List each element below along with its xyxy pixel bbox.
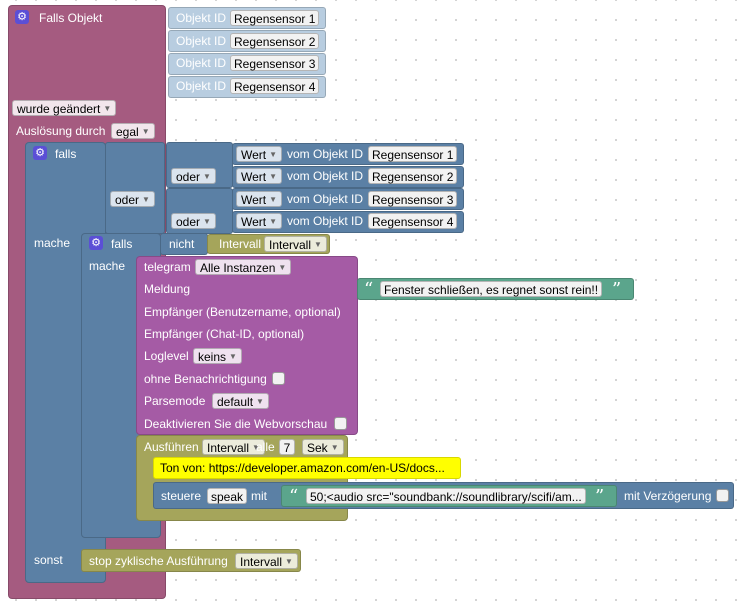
control-value-text[interactable]: 50;<audio src="soundbank://soundlibrary/… (306, 488, 586, 504)
silent-checkbox[interactable] (272, 372, 285, 385)
from-object-label: vom Objekt ID (287, 147, 364, 161)
interval-label: Intervall (219, 237, 262, 251)
object-id-value[interactable]: Regensensor 3 (230, 55, 320, 71)
parsemode-dropdown[interactable]: default ▼ (212, 393, 269, 409)
close-quote-icon: ” (595, 486, 605, 507)
if-falls-label: falls (55, 147, 77, 161)
every-label: alle (256, 440, 275, 454)
comment-text: Ton von: https://developer.amazon.com/en… (160, 461, 445, 475)
interval-count-input[interactable]: 7 (279, 439, 295, 455)
or-dropdown[interactable]: oder ▼ (171, 168, 216, 184)
delay-checkbox[interactable] (716, 489, 729, 502)
event-title: Falls Objekt (39, 11, 103, 25)
if-sonst-label: sonst (34, 553, 63, 567)
control-with-label: mit (251, 489, 267, 503)
object-id-label: Objekt ID (176, 56, 227, 70)
message-text[interactable]: Fenster schließen, es regnet sonst rein!… (380, 281, 603, 297)
sensor-value[interactable]: Regensensor 3 (368, 191, 458, 207)
delay-label: mit Verzögerung (624, 489, 712, 503)
from-object-label: vom Objekt ID (287, 214, 364, 228)
recipient-user-label: Empfänger (Benutzername, optional) (144, 305, 341, 319)
silent-label: ohne Benachrichtigung (144, 372, 267, 386)
value-dropdown[interactable]: Wert ▼ (236, 191, 283, 207)
control-target[interactable]: speak (207, 488, 248, 504)
or-dropdown[interactable]: oder ▼ (171, 213, 216, 229)
trigger-label: Auslösung durch (16, 124, 106, 138)
interval-unit-dropdown[interactable]: Sek ▼ (302, 439, 344, 455)
from-object-label: vom Objekt ID (287, 169, 364, 183)
if-mache-label: mache (34, 236, 71, 250)
trigger-dropdown[interactable]: egal ▼ (111, 123, 155, 139)
webpreview-checkbox[interactable] (334, 417, 347, 430)
parsemode-label: Parsemode (144, 394, 206, 408)
sensor-value[interactable]: Regensensor 2 (368, 168, 458, 184)
object-id-label: Objekt ID (176, 79, 227, 93)
execute-label: Ausführen (144, 440, 199, 454)
from-object-label: vom Objekt ID (287, 192, 364, 206)
sensor-value[interactable]: Regensensor 1 (368, 146, 458, 162)
inner-falls-label: falls (111, 237, 133, 251)
inner-mache-label: mache (89, 259, 126, 273)
message-label: Meldung (144, 282, 191, 296)
telegram-instance-dropdown[interactable]: Alle Instanzen ▼ (195, 259, 292, 275)
gear-icon[interactable]: ⚙ (89, 236, 103, 250)
gear-icon[interactable]: ⚙ (15, 10, 29, 24)
or-block-outer[interactable] (105, 142, 165, 234)
telegram-title: telegram (144, 260, 191, 274)
open-quote-icon: “ (289, 486, 299, 507)
open-quote-icon: “ (364, 279, 374, 300)
webpreview-label: Deaktivieren Sie die Webvorschau (144, 417, 328, 431)
value-dropdown[interactable]: Wert ▼ (236, 146, 283, 162)
object-id-label: Objekt ID (176, 11, 227, 25)
value-dropdown[interactable]: Wert ▼ (236, 168, 283, 184)
value-dropdown[interactable]: Wert ▼ (236, 213, 283, 229)
not-label: nicht (169, 237, 195, 251)
sensor-value[interactable]: Regensensor 4 (368, 213, 458, 229)
interval-var-dropdown[interactable]: Intervall ▼ (264, 236, 327, 252)
object-id-label: Objekt ID (176, 34, 227, 48)
object-id-value[interactable]: Regensensor 4 (230, 78, 320, 94)
gear-icon[interactable]: ⚙ (33, 146, 47, 160)
loglevel-label: Loglevel (144, 349, 189, 363)
stop-var-dropdown[interactable]: Intervall ▼ (235, 553, 298, 569)
or-dropdown[interactable]: oder ▼ (110, 191, 155, 207)
close-quote-icon: ” (612, 279, 622, 300)
object-id-value[interactable]: Regensensor 2 (230, 33, 320, 49)
recipient-chat-label: Empfänger (Chat-ID, optional) (144, 327, 305, 341)
loglevel-dropdown[interactable]: keins ▼ (193, 348, 242, 364)
stop-label: stop zyklische Ausführung (89, 554, 228, 568)
changed-dropdown[interactable]: wurde geändert ▼ (12, 100, 117, 116)
control-label: steuere (161, 489, 202, 503)
object-id-value[interactable]: Regensensor 1 (230, 10, 320, 26)
